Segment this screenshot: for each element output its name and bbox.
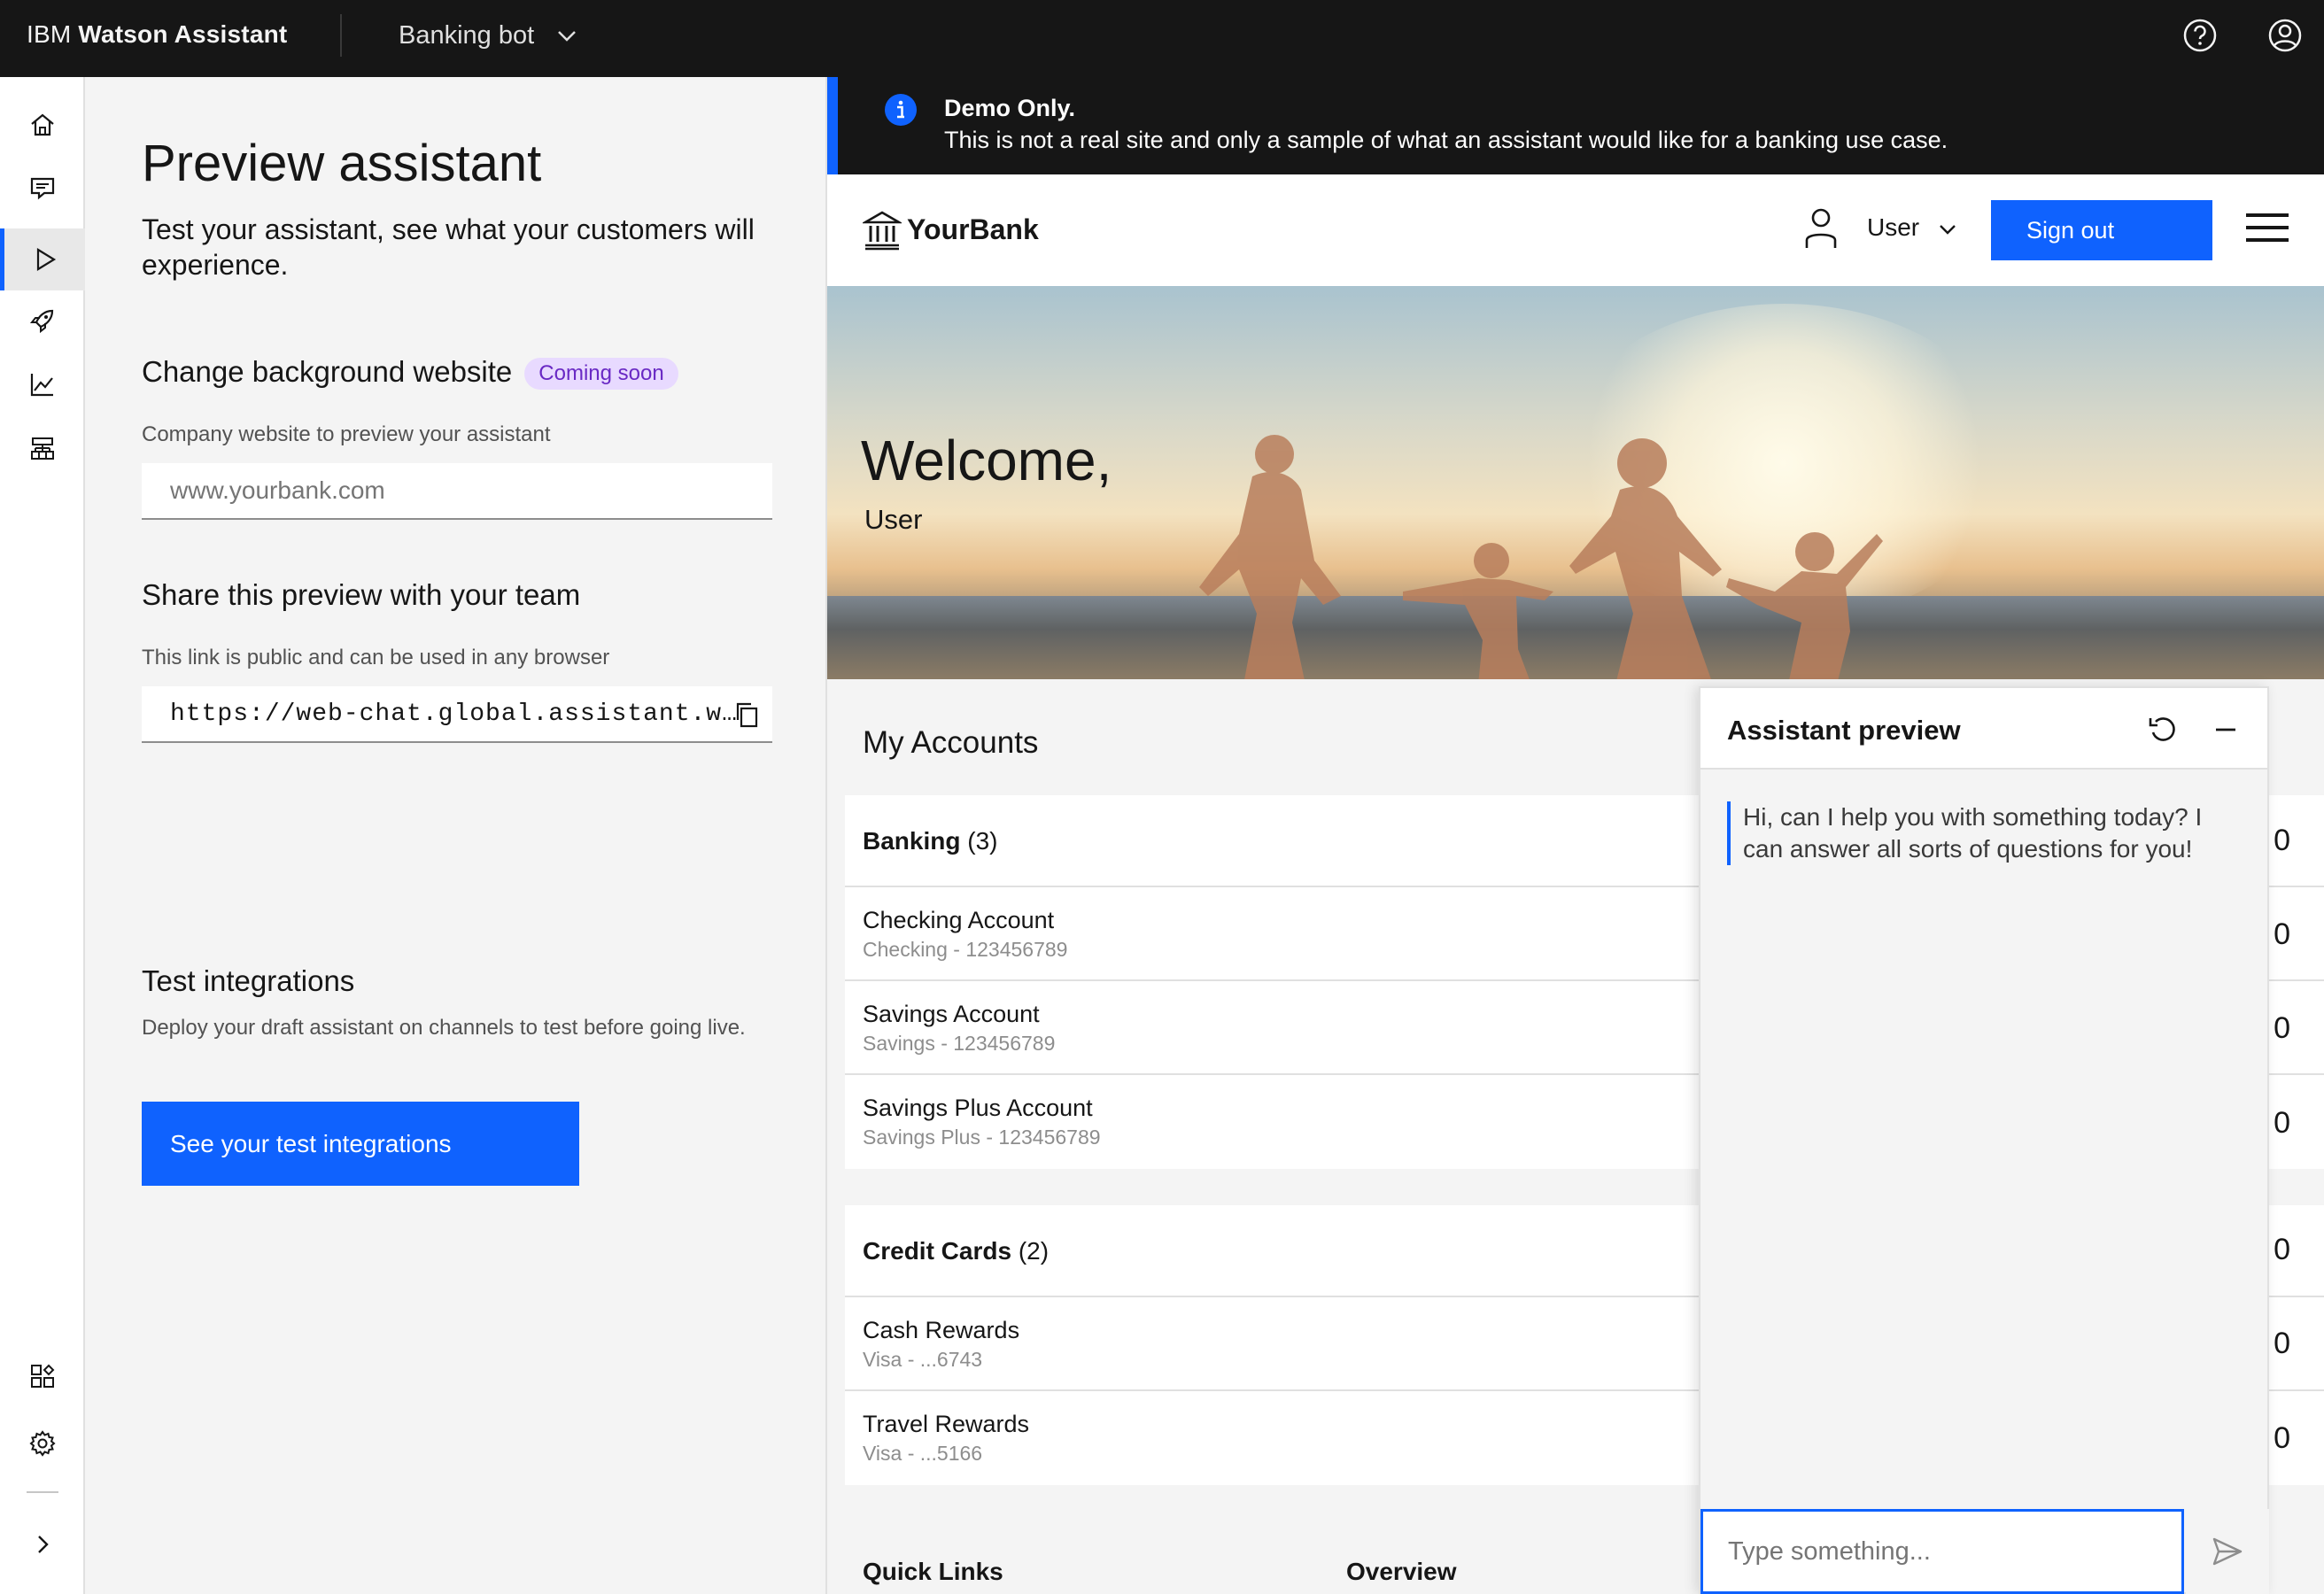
bank-name[interactable]: YourBank	[907, 213, 1039, 246]
welcome-user: User	[864, 504, 923, 535]
topbar-divider	[340, 14, 342, 57]
credit-cards-count: (2)	[1018, 1237, 1050, 1265]
bank-logo-icon	[863, 211, 902, 251]
assistant-greeting-message: Hi, can I help you with something today?…	[1727, 801, 2223, 865]
user-icon	[1805, 208, 1837, 248]
chat-message-input[interactable]	[1700, 1509, 2184, 1594]
balance-value: 0	[2274, 917, 2290, 951]
coming-soon-tag: Coming soon	[524, 358, 678, 391]
hero-banner: Welcome, User	[827, 286, 2324, 679]
product-name[interactable]: IBM Watson Assistant	[27, 0, 287, 77]
page-description: Test your assistant, see what your custo…	[142, 213, 755, 281]
family-photo-silhouettes	[1199, 435, 1883, 679]
home-icon	[31, 113, 54, 136]
info-icon	[885, 94, 917, 126]
minimize-icon[interactable]	[2212, 713, 2239, 747]
sign-out-button[interactable]: Sign out	[1991, 200, 2212, 260]
nav-settings[interactable]	[0, 1412, 85, 1474]
gear-icon	[29, 1430, 56, 1457]
send-icon	[2212, 1537, 2243, 1566]
credit-cards-label: Credit Cards	[863, 1237, 1012, 1265]
overview-heading: Overview	[1346, 1558, 1457, 1585]
chevron-down-icon	[1940, 224, 1956, 235]
send-button[interactable]	[2186, 1509, 2269, 1594]
brand-prefix: IBM	[27, 20, 72, 48]
project-name: Banking bot	[399, 21, 535, 50]
user-menu-label: User	[1867, 213, 1920, 241]
nav-integrations[interactable]	[0, 1345, 85, 1407]
help-icon[interactable]	[2181, 16, 2219, 55]
balance-value: 0	[2274, 1011, 2290, 1045]
chat-header: Assistant preview	[1700, 688, 2267, 770]
side-nav-rail	[0, 77, 85, 1594]
user-menu[interactable]: User	[1867, 213, 1956, 242]
company-website-input[interactable]	[142, 463, 772, 520]
preview-settings-panel: Preview assistant Test your assistant, s…	[85, 77, 827, 1594]
share-link-label: This link is public and can be used in a…	[142, 646, 610, 669]
website-field-label: Company website to preview your assistan…	[142, 422, 551, 446]
balance-value: 0	[2274, 1421, 2290, 1455]
brand-name: Watson Assistant	[78, 20, 288, 48]
nav-analyze[interactable]	[0, 353, 85, 415]
share-link-field[interactable]: https://web-chat.global.assistant.w…	[142, 686, 772, 743]
test-integrations-heading: Test integrations	[142, 964, 355, 997]
user-avatar-icon[interactable]	[2266, 16, 2305, 55]
chat-icon	[30, 177, 55, 200]
share-preview-heading: Share this preview with your team	[142, 578, 581, 611]
demo-title: Demo Only.	[944, 95, 1076, 121]
balance-value: 0	[2274, 824, 2290, 857]
assistant-chat-widget: Assistant preview Hi, can I help you wit…	[1699, 686, 2269, 1594]
share-link-value: https://web-chat.global.assistant.w…	[170, 700, 738, 728]
banking-count: (3)	[967, 827, 998, 855]
chat-title: Assistant preview	[1727, 715, 1961, 746]
chevron-down-icon	[558, 31, 577, 43]
balance-value: 0	[2274, 1327, 2290, 1360]
balance-value: 0	[2274, 1233, 2290, 1266]
rail-divider	[27, 1491, 58, 1493]
nav-actions[interactable]	[0, 157, 85, 219]
rocket-icon	[29, 309, 54, 334]
copy-icon[interactable]	[733, 700, 760, 729]
demo-notification: Demo Only. This is not a real site and o…	[827, 77, 2324, 174]
nav-publish[interactable]	[0, 290, 85, 352]
background-website-heading: Change background website Coming soon	[142, 355, 678, 391]
nav-preview[interactable]	[0, 228, 85, 290]
test-integrations-description: Deploy your draft assistant on channels …	[142, 1016, 746, 1040]
bank-header: YourBank User Sign out	[827, 174, 2324, 286]
hamburger-menu-icon[interactable]	[2244, 210, 2290, 245]
background-website-title: Change background website	[142, 355, 513, 388]
apps-icon	[31, 1364, 55, 1388]
chart-line-icon	[30, 374, 53, 397]
flow-icon	[31, 437, 54, 460]
balance-value: 0	[2274, 1106, 2290, 1140]
welcome-heading: Welcome,	[861, 429, 1112, 492]
nav-environments[interactable]	[0, 418, 85, 480]
restart-icon[interactable]	[2147, 713, 2181, 747]
my-accounts-heading: My Accounts	[863, 725, 1039, 760]
banking-label: Banking	[863, 827, 961, 855]
demo-message: This is not a real site and only a sampl…	[944, 127, 1948, 153]
see-test-integrations-button[interactable]: See your test integrations	[142, 1102, 579, 1186]
expand-nav-button[interactable]	[0, 1513, 85, 1575]
page-title: Preview assistant	[142, 135, 542, 192]
top-bar: IBM Watson Assistant Banking bot	[0, 0, 2324, 77]
nav-home[interactable]	[0, 94, 85, 156]
quick-links-heading: Quick Links	[863, 1558, 1003, 1585]
chevron-right-icon	[38, 1536, 49, 1553]
project-switcher[interactable]: Banking bot	[399, 0, 577, 77]
play-icon	[36, 248, 56, 271]
